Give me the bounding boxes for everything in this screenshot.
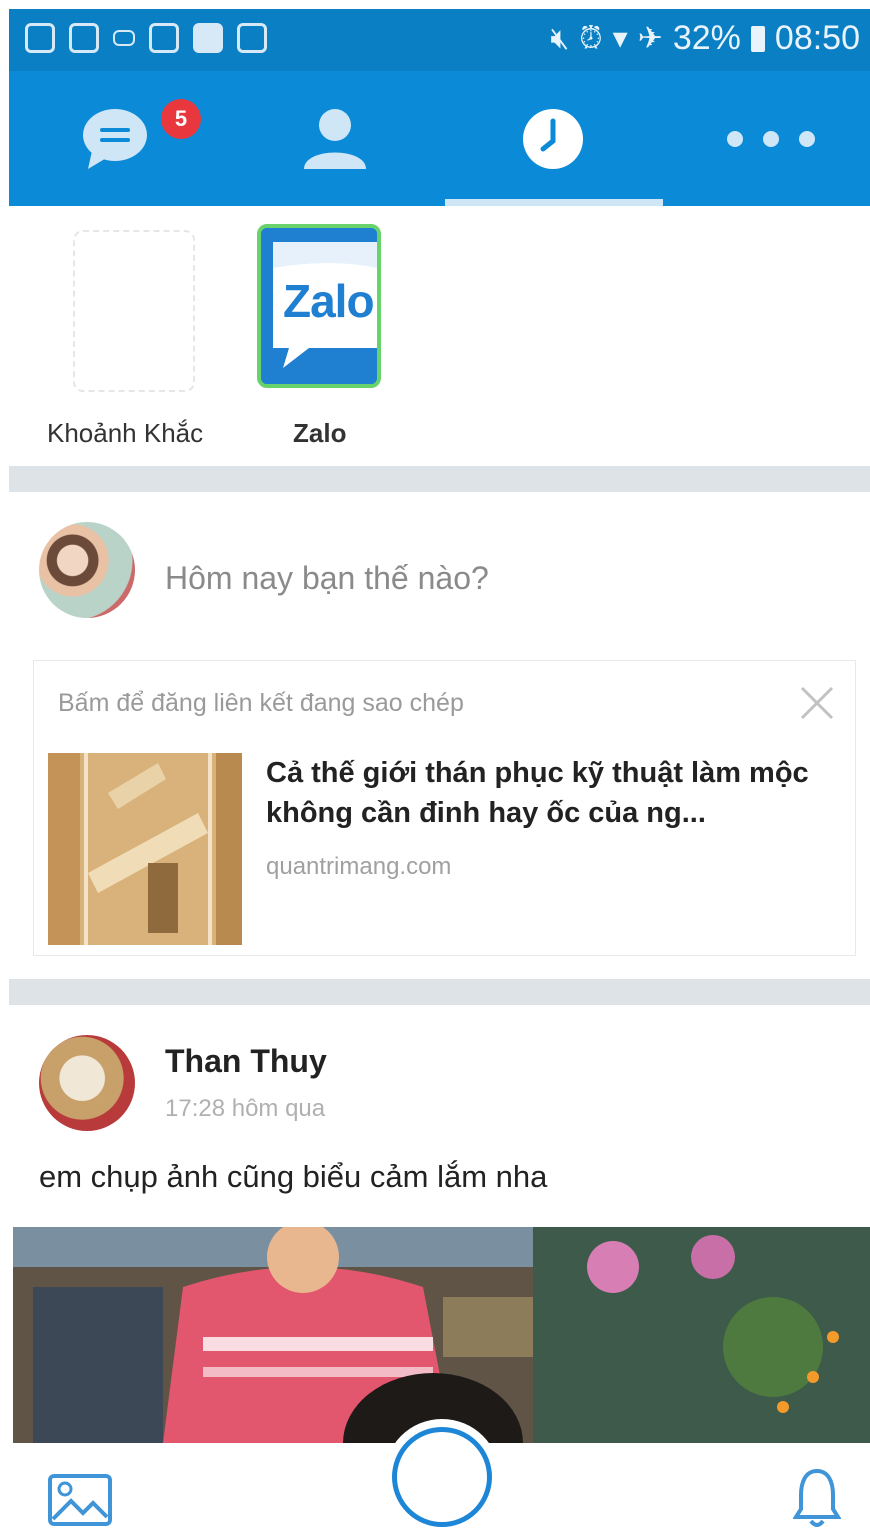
story-moments-tile[interactable] — [73, 230, 195, 392]
zalo-logo-text: Zalo — [283, 275, 375, 327]
story-label: Zalo — [293, 418, 347, 448]
bottom-action-bar — [9, 1419, 870, 1539]
post-author-avatar[interactable] — [39, 1035, 135, 1131]
notification-icons — [25, 23, 267, 53]
battery-icon — [750, 25, 765, 52]
chat-icon — [69, 23, 99, 53]
section-divider — [9, 979, 870, 1005]
post-author-name[interactable]: Than Thuy — [165, 1043, 327, 1080]
person-icon — [303, 108, 366, 169]
post-composer: Hôm nay bạn thế nào? Bấm để đăng liên kế… — [9, 492, 870, 992]
signal-icon: ▾ — [612, 22, 628, 55]
post-text: em chụp ảnh cũng biểu cảm lắm nha — [39, 1159, 548, 1194]
gallery-icon[interactable] — [47, 1473, 113, 1527]
alarm-icon: ⏰︎ — [579, 21, 603, 55]
airplane-icon: ✈︎ — [637, 22, 663, 55]
bell-icon[interactable] — [793, 1467, 841, 1531]
story-zalo-tile[interactable]: Zalo — [257, 224, 381, 388]
link-title: Cả thế giới thán phục kỹ thuật làm mộc k… — [266, 757, 809, 829]
copied-link-card[interactable]: Bấm để đăng liên kết đang sao chép Cả th… — [33, 660, 856, 956]
tab-more[interactable] — [663, 71, 870, 206]
stories-row: Khoảnh Khắc Zalo Zalo — [9, 206, 870, 466]
post-timestamp: 17:28 hôm qua — [165, 1095, 326, 1122]
section-divider — [9, 466, 870, 492]
instagram-icon — [237, 23, 267, 53]
clock-icon — [522, 108, 583, 169]
app-screen: 🔇︎ ⏰︎ ▾ ✈︎ 32% 08:50 5 Khoảnh Khắc Zalo … — [9, 9, 870, 1539]
mute-icon: 🔇︎ — [550, 21, 570, 55]
tab-messages[interactable]: 5 — [9, 71, 224, 206]
post-photo[interactable] — [13, 1227, 870, 1443]
top-tab-bar: 5 — [9, 71, 870, 206]
composer-prompt[interactable]: Hôm nay bạn thế nào? — [165, 560, 489, 597]
clock-time: 08:50 — [774, 19, 860, 57]
active-tab-indicator — [445, 199, 663, 206]
link-hint: Bấm để đăng liên kết đang sao chép — [58, 689, 464, 717]
tab-timeline[interactable] — [445, 71, 660, 206]
status-bar: 🔇︎ ⏰︎ ▾ ✈︎ 32% 08:50 — [9, 9, 870, 71]
system-icons: 🔇︎ ⏰︎ ▾ ✈︎ 32% 08:50 — [550, 19, 860, 58]
mail-icon — [113, 30, 135, 46]
tab-contacts[interactable] — [227, 71, 442, 206]
more-dots-icon — [726, 130, 815, 147]
link-thumbnail — [48, 753, 242, 945]
chat-bubble-icon — [82, 108, 147, 169]
facebook-icon — [193, 23, 223, 53]
close-icon[interactable] — [797, 683, 837, 723]
capture-ring — [392, 1427, 492, 1527]
story-label: Khoảnh Khắc — [47, 418, 204, 448]
user-avatar[interactable] — [39, 522, 135, 618]
battery-percent: 32% — [672, 19, 741, 57]
capture-button[interactable] — [384, 1419, 500, 1535]
messenger-icon — [25, 23, 55, 53]
unread-badge: 5 — [161, 99, 201, 139]
gallery-icon — [149, 23, 179, 53]
link-domain: quantrimang.com — [266, 853, 452, 880]
